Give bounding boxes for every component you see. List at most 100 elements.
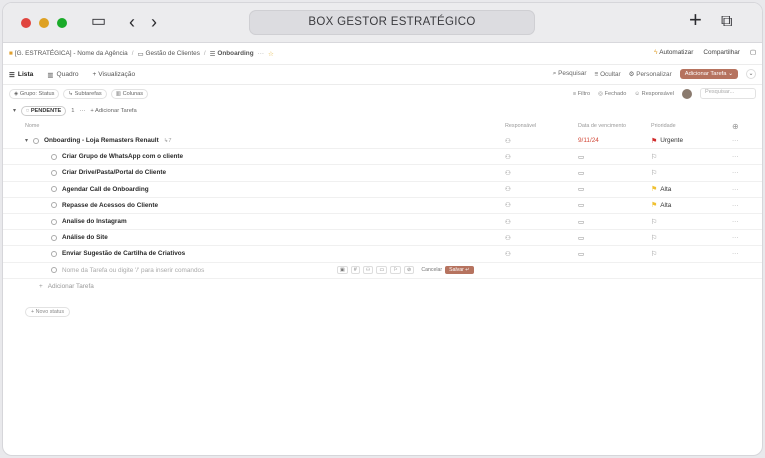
chat-icon[interactable]: ▢ <box>750 48 756 56</box>
assignee-icon[interactable]: ⚇ <box>362 266 374 275</box>
calendar-icon[interactable]: ▭ <box>578 218 584 226</box>
priority-cell[interactable]: ⚐ <box>651 250 660 258</box>
priority-cell[interactable]: ⚐ <box>651 218 660 226</box>
add-view-button[interactable]: + Visualização <box>93 71 136 78</box>
task-type-icon[interactable]: ▣ <box>337 266 348 275</box>
group-add-task-button[interactable]: + Adicionar Tarefa <box>90 108 136 114</box>
closed-toggle[interactable]: ◎ Fechado <box>598 91 626 97</box>
more-icon[interactable]: ··· <box>258 50 264 57</box>
add-task-button[interactable]: Adicionar Tarefa ⌄ <box>679 69 738 79</box>
automate-button[interactable]: ϟ Automatizar <box>654 49 693 56</box>
tab-list[interactable]: ☰ Lista <box>9 71 33 79</box>
collapse-group-icon[interactable]: ▾ <box>13 108 16 114</box>
status-circle-icon[interactable] <box>51 234 57 241</box>
due-date[interactable]: 9/11/24 <box>578 137 599 144</box>
priority-cell[interactable]: ⚑ Alta <box>651 185 671 194</box>
customize-button[interactable]: ⚙ Personalizar <box>629 70 672 78</box>
table-row[interactable]: ▾ Onboarding - Loja Remasters Renault ↳7… <box>3 133 762 150</box>
forward-icon[interactable]: › <box>151 12 157 32</box>
add-task-row[interactable]: + Adicionar Tarefa <box>3 279 762 295</box>
column-name[interactable]: Nome <box>25 123 39 129</box>
sidebar-toggle-icon[interactable]: ▭ <box>91 12 106 32</box>
status-circle-icon[interactable] <box>33 137 40 144</box>
breadcrumb-item-workspace[interactable]: [G. ESTRATÉGICA] - Nome da Agência <box>15 50 128 57</box>
status-circle-icon[interactable] <box>51 218 57 225</box>
priority-cell[interactable]: ⚐ <box>651 169 660 177</box>
row-more-icon[interactable]: ··· <box>732 169 738 176</box>
calendar-icon[interactable]: ▭ <box>578 201 584 209</box>
tab-board[interactable]: ▥ Quadro <box>47 71 78 79</box>
task-name[interactable]: Onboarding - Loja Remasters Renault <box>44 137 159 144</box>
calendar-icon[interactable]: ▭ <box>578 169 584 177</box>
table-row[interactable]: Agendar Call de Onboarding ⚇ ▭ ⚑ Alta ··· <box>3 182 762 198</box>
status-circle-icon[interactable] <box>51 169 57 176</box>
status-circle-icon[interactable] <box>51 186 57 193</box>
tabs-overview-icon[interactable]: ⧉ <box>721 12 732 32</box>
status-circle-icon[interactable] <box>51 267 57 274</box>
column-assignee[interactable]: Responsável <box>505 123 536 129</box>
status-badge[interactable]: ◌ PENDENTE <box>20 106 67 116</box>
table-row[interactable]: Análise do Site ⚇ ▭ ⚐ ··· <box>3 230 762 247</box>
row-more-icon[interactable]: ··· <box>732 250 738 257</box>
assignee-filter[interactable]: ☺ Responsável <box>634 91 674 97</box>
assignee-icon[interactable]: ⚇ <box>505 169 511 177</box>
subtasks-chip[interactable]: ↳ Subtarefas <box>63 89 107 99</box>
new-task-input[interactable]: Nome da Tarefa ou digite '/' para inseri… <box>62 267 204 274</box>
assignee-icon[interactable]: ⚇ <box>505 185 511 193</box>
row-more-icon[interactable]: ··· <box>732 137 738 144</box>
cancel-button[interactable]: Cancelar <box>421 267 442 273</box>
close-window-button[interactable] <box>21 18 31 28</box>
minimize-window-button[interactable] <box>39 18 49 28</box>
task-name[interactable]: Analise do Instagram <box>62 218 127 225</box>
assignee-icon[interactable]: ⚇ <box>505 234 511 242</box>
table-row[interactable]: Repasse de Acessos do Cliente ⚇ ▭ ⚑ Alta … <box>3 198 762 214</box>
breadcrumb-item-folder[interactable]: Gestão de Clientes <box>146 50 200 57</box>
row-more-icon[interactable]: ··· <box>732 202 738 209</box>
expand-icon[interactable]: ▾ <box>25 137 28 144</box>
column-due-date[interactable]: Data de vencimento <box>578 123 626 129</box>
collapse-icon[interactable]: ⌄ <box>746 69 756 79</box>
calendar-icon[interactable]: ▭ <box>578 153 584 161</box>
search-input[interactable]: Pesquisar... <box>700 88 756 99</box>
row-more-icon[interactable]: ··· <box>732 186 738 193</box>
star-icon[interactable]: ☆ <box>268 50 274 58</box>
table-row[interactable]: Analise do Instagram ⚇ ▭ ⚐ ··· <box>3 214 762 231</box>
priority-cell[interactable]: ⚐ <box>651 234 660 242</box>
row-more-icon[interactable]: ··· <box>732 234 738 241</box>
status-circle-icon[interactable] <box>51 153 57 160</box>
save-button[interactable]: Salvar ↵ <box>445 266 474 275</box>
task-name[interactable]: Enviar Sugestão de Cartilha de Criativos <box>62 250 185 257</box>
assignee-icon[interactable]: ⚇ <box>505 250 511 258</box>
maximize-window-button[interactable] <box>57 18 67 28</box>
avatar[interactable] <box>682 88 692 99</box>
back-icon[interactable]: ‹ <box>129 12 135 32</box>
task-name[interactable]: Repasse de Acessos do Cliente <box>62 202 158 209</box>
status-circle-icon[interactable] <box>51 250 57 257</box>
table-row[interactable]: Criar Grupo de WhatsApp com o cliente ⚇ … <box>3 149 762 166</box>
group-by-chip[interactable]: ◈ Grupo: Status <box>9 89 60 99</box>
hide-button[interactable]: ≡ Ocultar <box>595 71 621 78</box>
calendar-icon[interactable]: ▭ <box>578 250 584 258</box>
assignee-icon[interactable]: ⚇ <box>505 153 511 161</box>
filter-button[interactable]: ≡ Filtro <box>573 91 590 97</box>
priority-cell[interactable]: ⚑ Alta <box>651 201 671 210</box>
add-column-icon[interactable]: ⊕ <box>732 122 739 131</box>
task-name[interactable]: Análise do Site <box>62 234 108 241</box>
calendar-icon[interactable]: ▭ <box>578 234 584 242</box>
columns-chip[interactable]: ▥ Colunas <box>110 89 149 99</box>
flag-outline-icon[interactable]: ⚐ <box>390 266 402 275</box>
group-more-icon[interactable]: ··· <box>80 108 86 114</box>
share-button[interactable]: Compartilhar <box>703 49 740 56</box>
new-tab-icon[interactable]: + <box>689 9 702 31</box>
new-status-button[interactable]: + Novo status <box>25 306 71 317</box>
task-name[interactable]: Agendar Call de Onboarding <box>62 186 149 193</box>
attach-icon[interactable]: ⊘ <box>404 266 415 275</box>
priority-cell[interactable]: ⚑ Urgente <box>651 137 683 145</box>
row-more-icon[interactable]: ··· <box>732 153 738 160</box>
breadcrumb-item-list[interactable]: Onboarding <box>217 50 253 57</box>
search-button[interactable]: ⌕ Pesquisar <box>553 70 587 78</box>
priority-cell[interactable]: ⚐ <box>651 153 660 161</box>
row-more-icon[interactable]: ··· <box>732 218 738 225</box>
assignee-icon[interactable]: ⚇ <box>505 201 511 209</box>
task-name[interactable]: Criar Grupo de WhatsApp com o cliente <box>62 153 183 160</box>
